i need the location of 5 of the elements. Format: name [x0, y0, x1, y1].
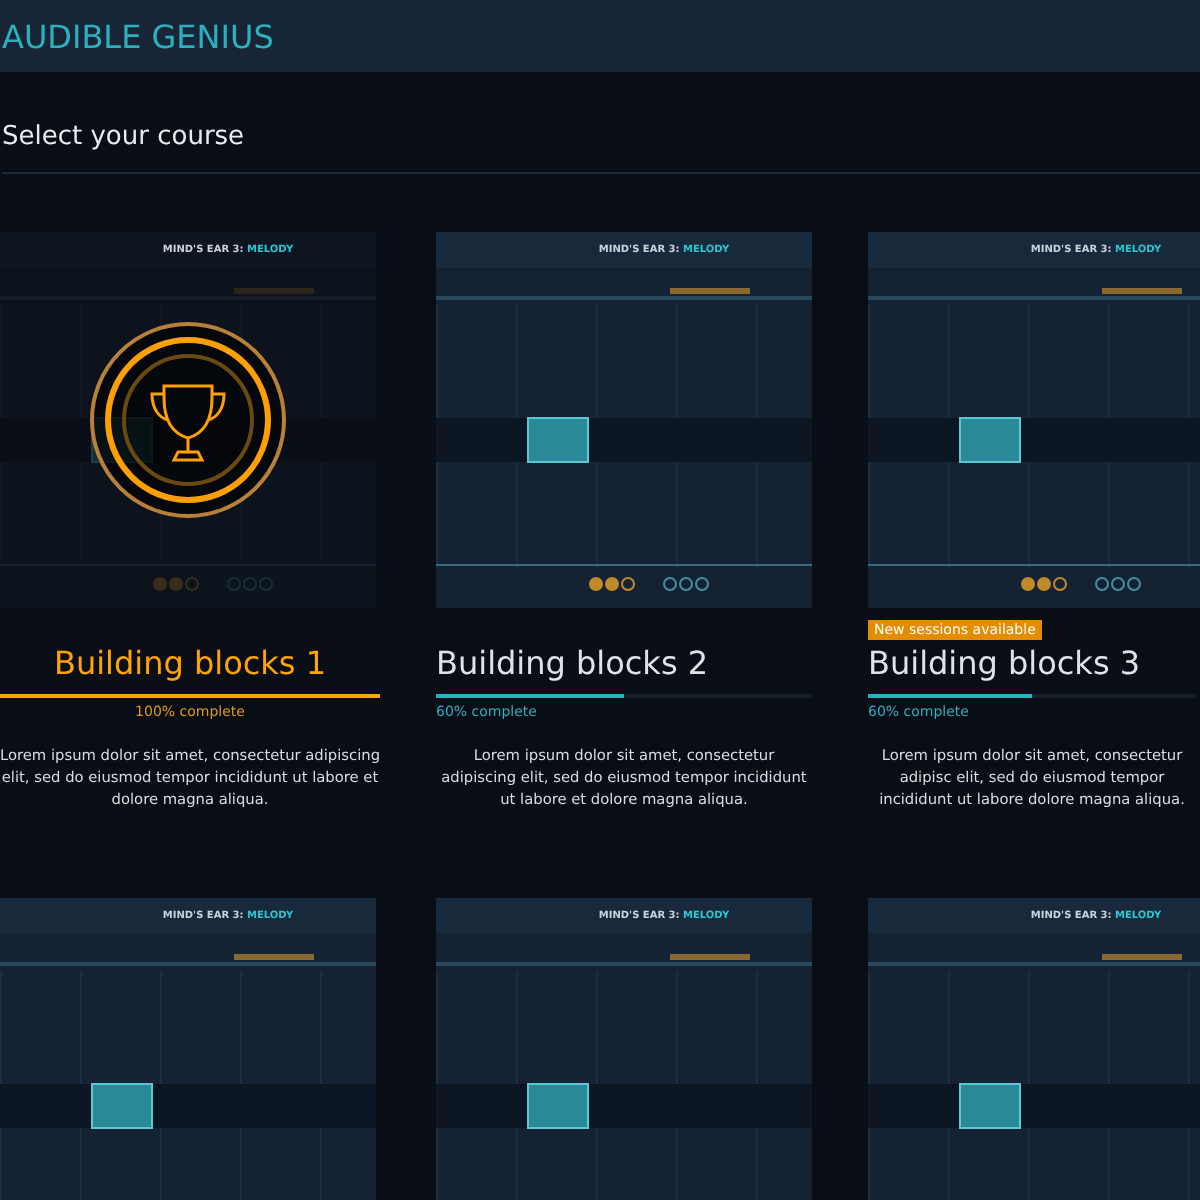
course-title[interactable]: Building blocks 2: [436, 644, 812, 682]
page-title: Select your course: [2, 122, 1200, 174]
app-title: AUDIBLE GENIUS: [0, 17, 274, 55]
course-title[interactable]: Building blocks 1: [0, 644, 380, 682]
course-title[interactable]: Building blocks 3: [868, 644, 1196, 682]
